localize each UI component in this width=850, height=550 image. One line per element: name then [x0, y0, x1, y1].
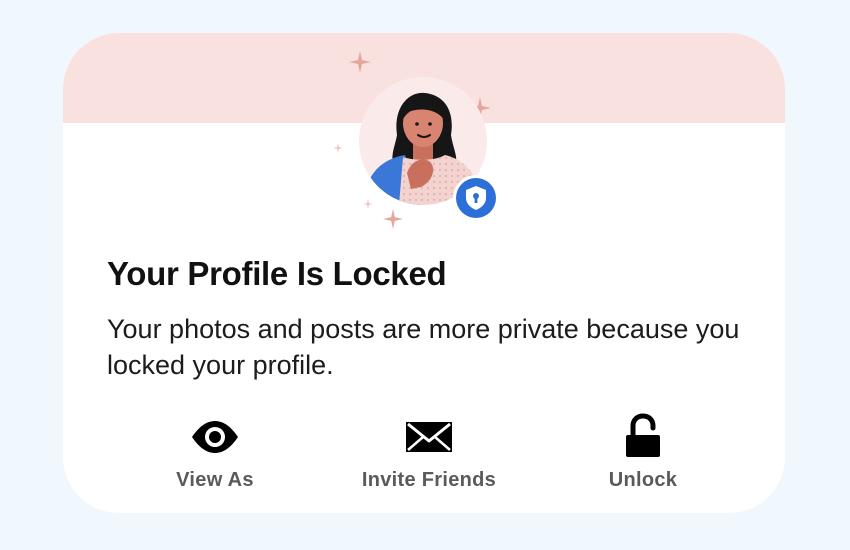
sparkle-icon [363, 199, 373, 209]
view-as-label: View As [176, 469, 254, 491]
shield-badge [453, 175, 499, 221]
invite-friends-label: Invite Friends [361, 469, 497, 491]
card-description: Your photos and posts are more private b… [107, 314, 740, 380]
shield-lock-icon [466, 186, 486, 210]
unlock-button[interactable]: Unlock [543, 413, 743, 497]
card-title: Your Profile Is Locked [107, 255, 447, 292]
eye-icon [192, 421, 238, 453]
sparkle-icon [349, 51, 371, 73]
profile-locked-card: Your Profile Is Locked Your photos and p… [63, 33, 785, 513]
view-as-button[interactable]: View As [115, 417, 315, 497]
envelope-icon [406, 422, 452, 452]
unlock-icon [626, 413, 660, 457]
invite-friends-button[interactable]: Invite Friends [329, 417, 529, 497]
profile-lock-illustration [333, 47, 533, 237]
sparkle-icon [383, 209, 403, 229]
action-row: View As Invite Friends Unlock [63, 413, 785, 497]
unlock-label: Unlock [608, 469, 678, 491]
sparkle-icon [333, 143, 343, 153]
